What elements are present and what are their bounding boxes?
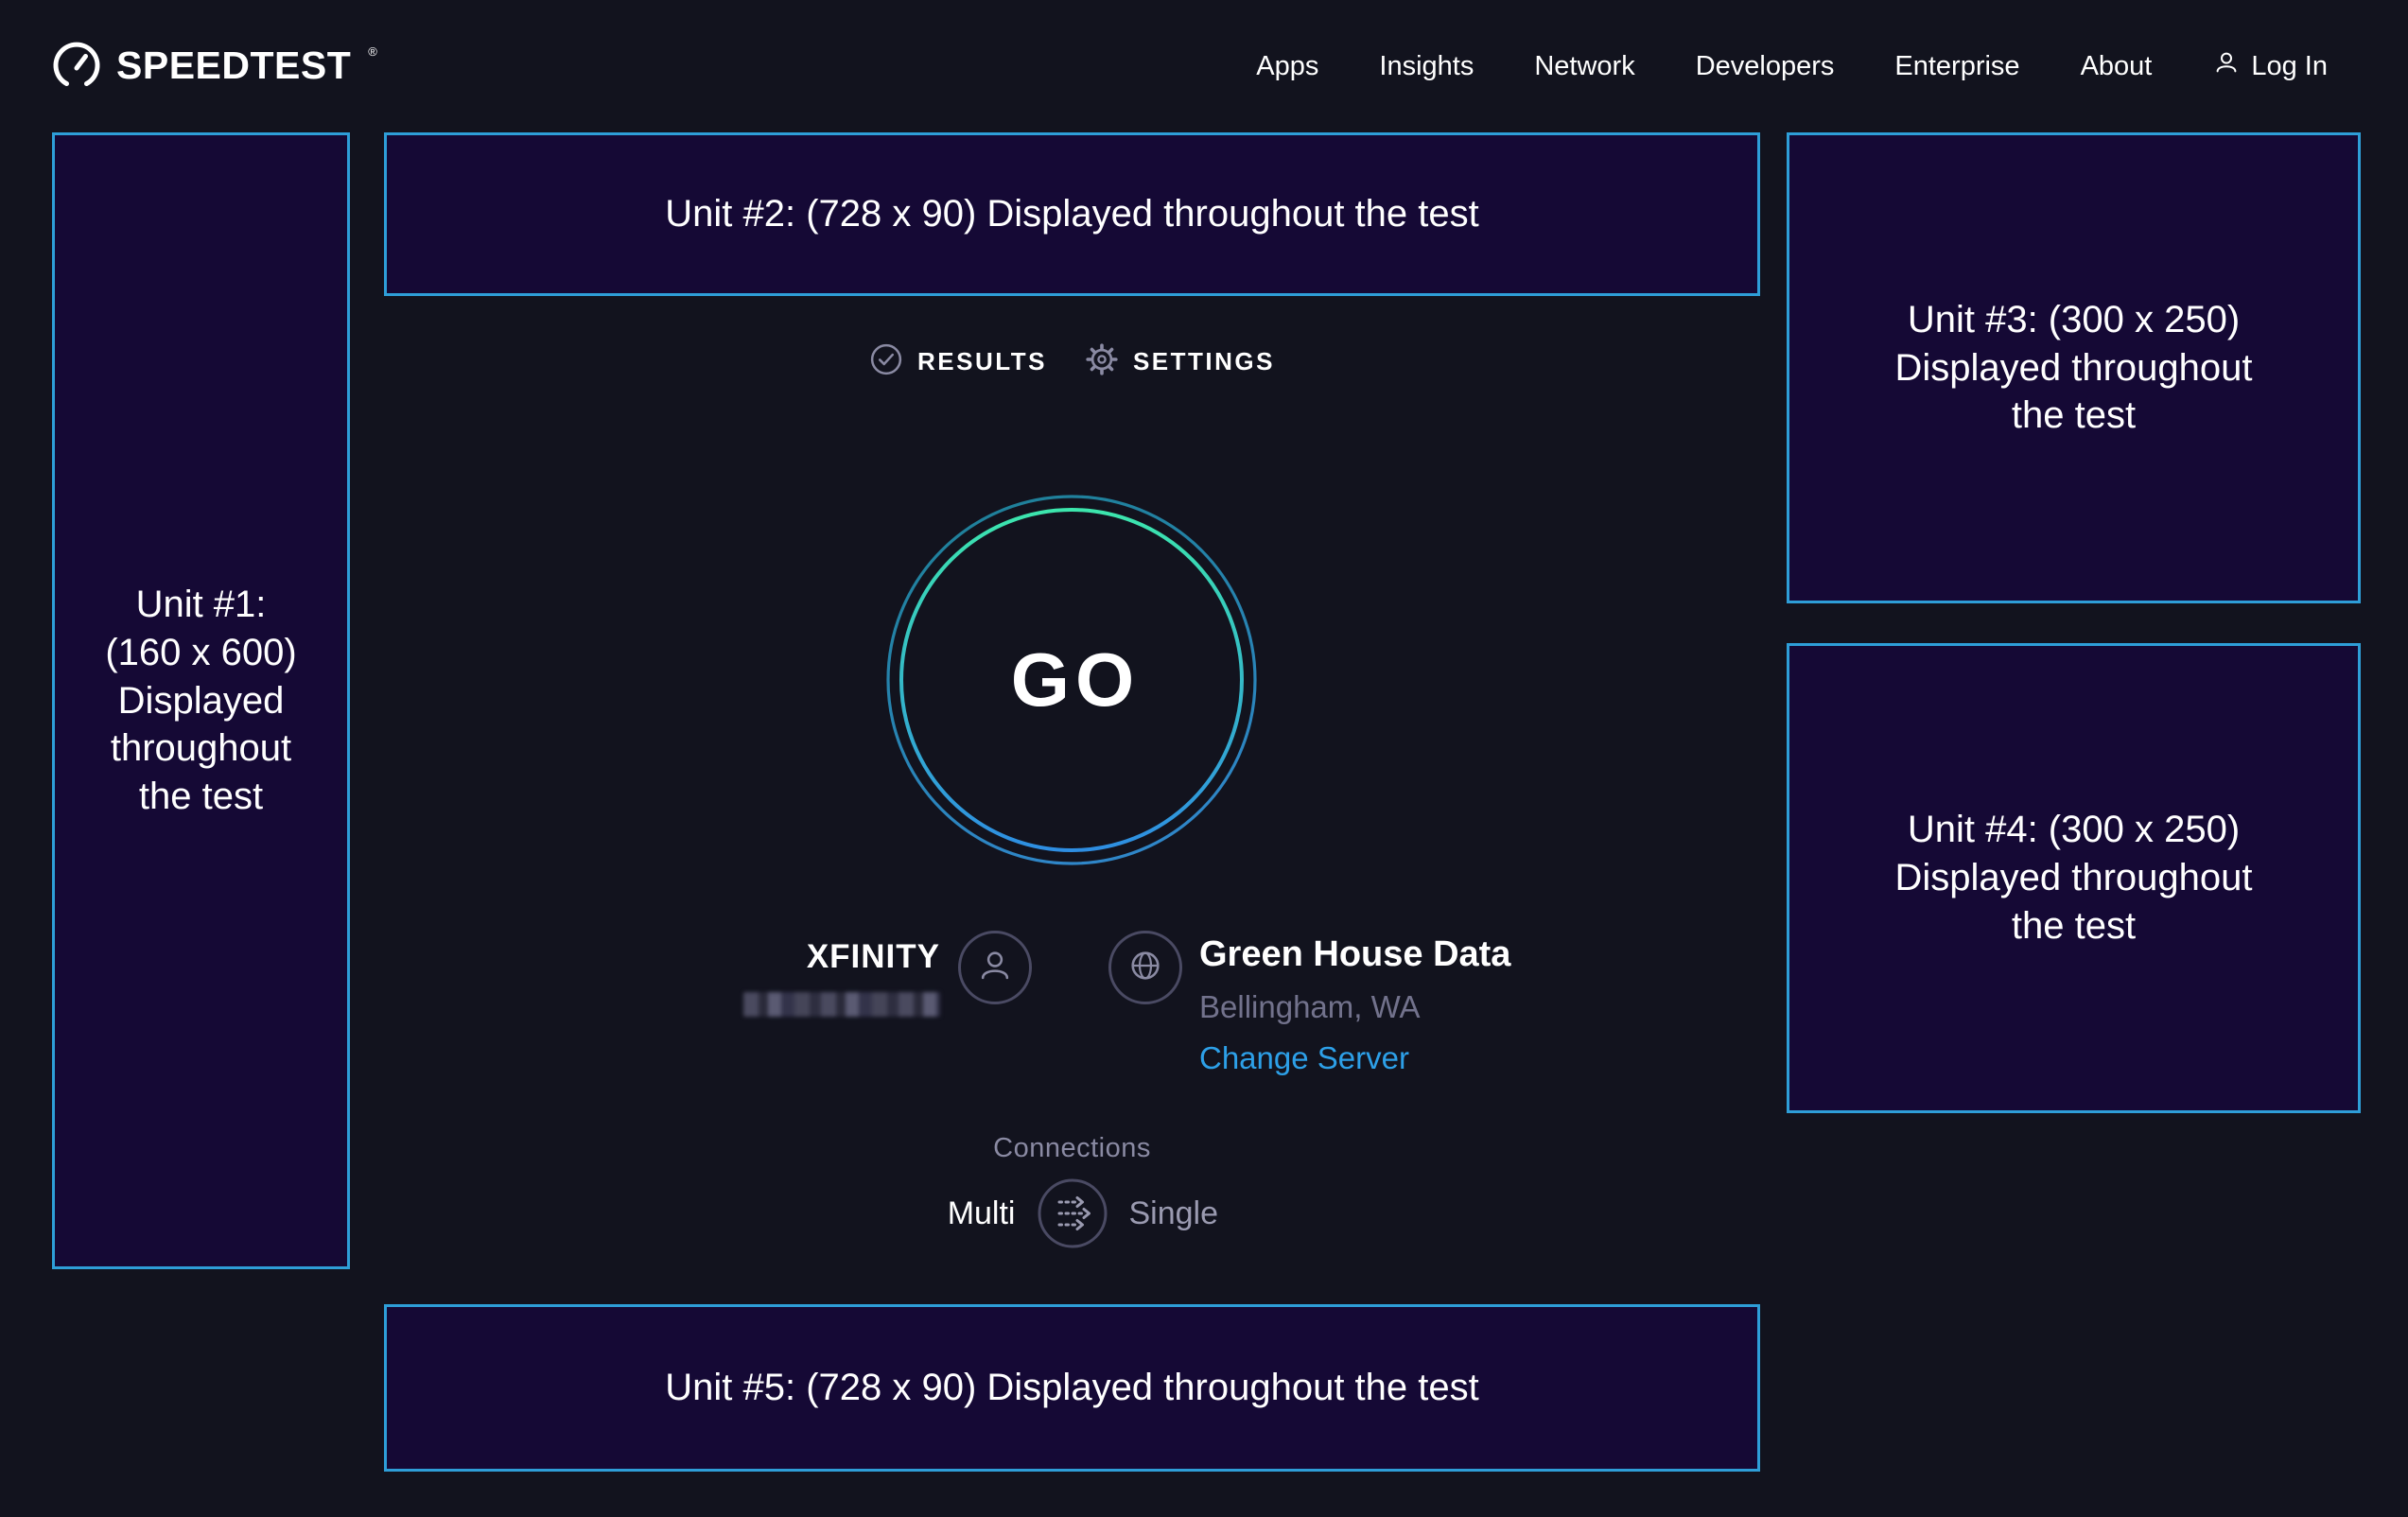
go-button[interactable]: GO (882, 491, 1261, 869)
nav-item-apps[interactable]: Apps (1256, 51, 1318, 82)
ad-unit-3: Unit #3: (300 x 250) Displayed throughou… (1787, 132, 2361, 603)
nav-item-network[interactable]: Network (1534, 51, 1634, 82)
login-button[interactable]: Log In (2212, 48, 2328, 84)
ad-unit-1-label: Unit #1: (160 x 600) Displayed throughou… (99, 581, 303, 821)
isp-avatar (958, 931, 1032, 1004)
ad-unit-1: Unit #1: (160 x 600) Displayed throughou… (52, 132, 350, 1269)
redacted-ip (743, 992, 940, 1017)
connections-multi-option[interactable]: Multi (902, 1195, 1016, 1232)
change-server-link[interactable]: Change Server (1199, 1040, 1510, 1076)
isp-name: XFINITY (740, 938, 940, 976)
go-button-label: GO (882, 491, 1261, 869)
view-tabs: RESULTS SETTINGS (384, 339, 1760, 384)
nav-item-enterprise[interactable]: Enterprise (1894, 51, 2019, 82)
speedtest-gauge-icon (52, 39, 101, 95)
ad-unit-4: Unit #4: (300 x 250) Displayed throughou… (1787, 643, 2361, 1113)
tab-settings[interactable]: SETTINGS (1085, 342, 1275, 381)
isp-block: XFINITY (740, 938, 940, 1017)
top-nav-bar: SPEEDTEST ® Apps Insights Network Develo… (0, 0, 2408, 132)
ad-unit-4-label: Unit #4: (300 x 250) Displayed throughou… (1885, 806, 2263, 950)
ad-unit-2-label: Unit #2: (728 x 90) Displayed throughout… (665, 190, 1479, 238)
tab-settings-label: SETTINGS (1133, 347, 1275, 376)
gear-icon (1085, 342, 1119, 381)
login-label: Log In (2251, 51, 2328, 82)
connections-label: Connections (384, 1133, 1760, 1164)
ad-unit-3-label: Unit #3: (300 x 250) Displayed throughou… (1885, 296, 2263, 440)
user-icon (2212, 48, 2241, 84)
nav-item-insights[interactable]: Insights (1379, 51, 1474, 82)
nav-item-about[interactable]: About (2081, 51, 2153, 82)
ad-unit-5: Unit #5: (728 x 90) Displayed throughout… (384, 1304, 1760, 1472)
nav-item-developers[interactable]: Developers (1696, 51, 1835, 82)
server-avatar (1108, 931, 1182, 1004)
person-icon (974, 945, 1016, 991)
server-block: Green House Data Bellingham, WA Change S… (1199, 934, 1510, 1076)
speedtest-page: SPEEDTEST ® Apps Insights Network Develo… (0, 0, 2408, 1517)
tab-results[interactable]: RESULTS (869, 342, 1047, 381)
ad-unit-2: Unit #2: (728 x 90) Displayed throughout… (384, 132, 1760, 296)
check-circle-icon (869, 342, 903, 381)
connections-single-option[interactable]: Single (1129, 1195, 1243, 1232)
brand-name: SPEEDTEST (116, 39, 351, 92)
connections-toggle[interactable] (1037, 1177, 1108, 1249)
ad-unit-5-label: Unit #5: (728 x 90) Displayed throughout… (665, 1364, 1479, 1412)
tab-results-label: RESULTS (917, 347, 1047, 376)
brand-trademark: ® (368, 44, 377, 59)
connections-row: Multi Single (384, 1177, 1760, 1249)
speedtest-logo[interactable]: SPEEDTEST ® (52, 39, 377, 95)
globe-icon (1125, 945, 1166, 991)
server-name: Green House Data (1199, 934, 1510, 975)
server-location: Bellingham, WA (1199, 989, 1510, 1025)
main-nav: Apps Insights Network Developers Enterpr… (1256, 48, 2328, 84)
